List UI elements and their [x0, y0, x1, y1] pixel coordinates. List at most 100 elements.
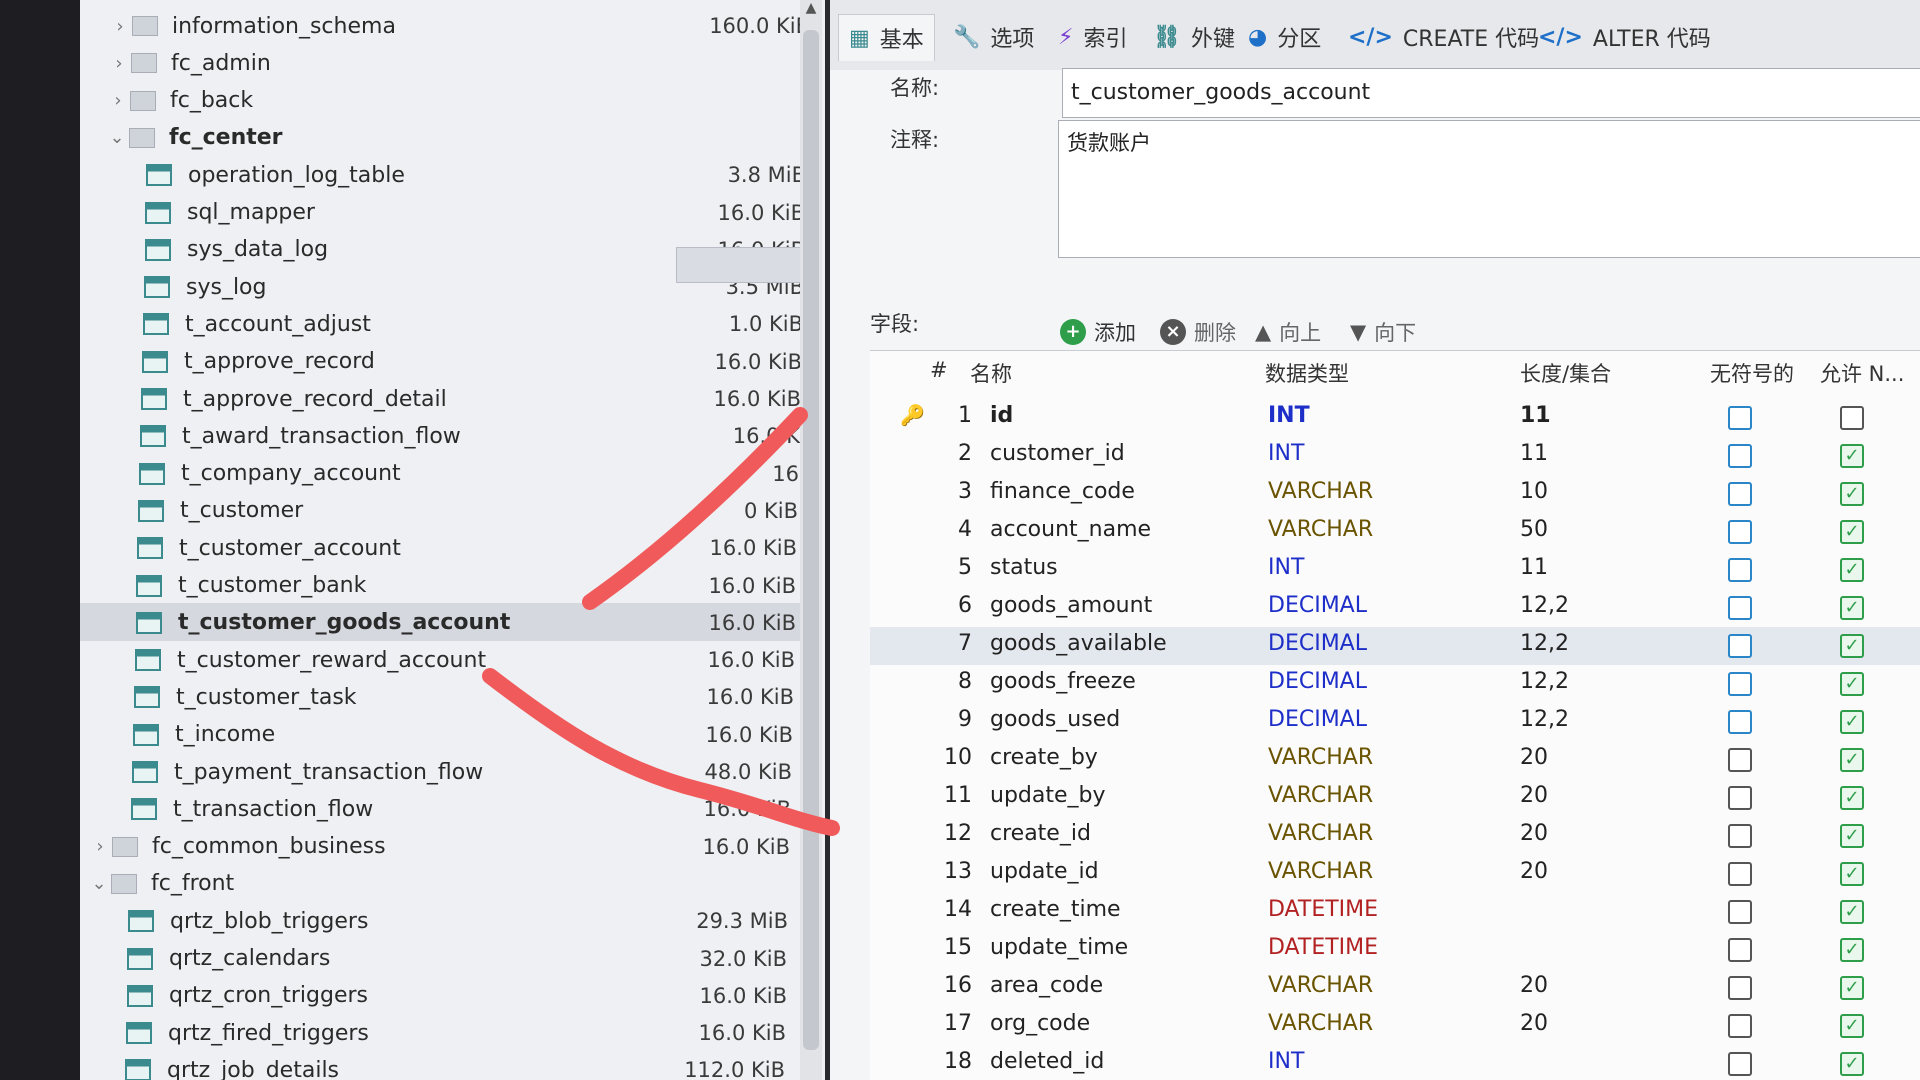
field-name[interactable]: status [990, 555, 1058, 580]
unsigned-checkbox[interactable] [1728, 862, 1752, 886]
allow-null-checkbox[interactable]: ✓ [1840, 786, 1864, 810]
field-number[interactable]: 16 [932, 973, 972, 998]
field-length[interactable]: 10 [1520, 479, 1548, 504]
field-length[interactable]: 20 [1520, 821, 1548, 846]
allow-null-checkbox[interactable]: ✓ [1840, 710, 1864, 734]
field-length[interactable]: 20 [1520, 745, 1548, 770]
field-length[interactable]: 12,2 [1520, 669, 1569, 694]
field-name[interactable]: goods_used [990, 707, 1120, 732]
field-row[interactable]: 12 create_id VARCHAR 20 ✓ [870, 817, 1920, 855]
field-type[interactable]: VARCHAR [1268, 1011, 1373, 1036]
unsigned-checkbox[interactable] [1728, 444, 1752, 468]
move-up-button[interactable]: ▲ 向上 [1255, 312, 1321, 352]
column-header-nullable[interactable]: 允许 N... [1820, 358, 1904, 388]
field-row[interactable]: 6 goods_amount DECIMAL 12,2 ✓ [870, 589, 1920, 627]
field-type[interactable]: DATETIME [1268, 935, 1378, 960]
tree-scrollbar[interactable]: ▲ [800, 0, 822, 1080]
tree-item-database[interactable]: ⌄ fc_front [87, 866, 234, 902]
field-row[interactable]: 14 create_time DATETIME ✓ [870, 893, 1920, 931]
field-name[interactable]: create_id [990, 821, 1091, 846]
unsigned-checkbox[interactable] [1728, 558, 1752, 582]
field-number[interactable]: 17 [932, 1011, 972, 1036]
unsigned-checkbox[interactable] [1728, 1014, 1752, 1038]
allow-null-checkbox[interactable]: ✓ [1840, 1014, 1864, 1038]
tab-3[interactable]: ⚡ 索引 [1048, 14, 1137, 60]
allow-null-checkbox[interactable]: ✓ [1840, 444, 1864, 468]
unsigned-checkbox[interactable] [1728, 520, 1752, 544]
field-name[interactable]: goods_freeze [990, 669, 1136, 694]
field-type[interactable]: DATETIME [1268, 897, 1378, 922]
field-row[interactable]: 5 status INT 11 ✓ [870, 551, 1920, 589]
field-name[interactable]: update_by [990, 783, 1106, 808]
field-name[interactable]: update_time [990, 935, 1128, 960]
allow-null-checkbox[interactable]: ✓ [1840, 900, 1864, 924]
field-row[interactable]: 10 create_by VARCHAR 20 ✓ [870, 741, 1920, 779]
field-number[interactable]: 5 [932, 555, 972, 580]
field-name[interactable]: deleted_id [990, 1049, 1104, 1074]
unsigned-checkbox[interactable] [1728, 900, 1752, 924]
tab-2[interactable]: 🔧 选项 [943, 14, 1044, 60]
field-type[interactable]: VARCHAR [1268, 859, 1373, 884]
field-row[interactable]: 18 deleted_id INT ✓ [870, 1045, 1920, 1080]
field-type[interactable]: INT [1268, 441, 1304, 466]
field-name[interactable]: finance_code [990, 479, 1135, 504]
field-type[interactable]: INT [1268, 403, 1310, 428]
field-type[interactable]: VARCHAR [1268, 821, 1373, 846]
chevron-right-icon[interactable]: › [107, 53, 131, 74]
delete-field-button[interactable]: × 删除 [1160, 312, 1236, 352]
field-number[interactable]: 12 [932, 821, 972, 846]
field-row[interactable]: 2 customer_id INT 11 ✓ [870, 437, 1920, 475]
unsigned-checkbox[interactable] [1728, 1052, 1752, 1076]
allow-null-checkbox[interactable]: ✓ [1840, 976, 1864, 1000]
unsigned-checkbox[interactable] [1728, 824, 1752, 848]
field-type[interactable]: DECIMAL [1268, 631, 1367, 656]
allow-null-checkbox[interactable]: ✓ [1840, 520, 1864, 544]
column-header-name[interactable]: 名称 [970, 358, 1012, 388]
allow-null-checkbox[interactable]: ✓ [1840, 634, 1864, 658]
unsigned-checkbox[interactable] [1728, 406, 1752, 430]
field-number[interactable]: 1 [932, 403, 972, 428]
field-length[interactable]: 12,2 [1520, 593, 1569, 618]
field-number[interactable]: 13 [932, 859, 972, 884]
field-name[interactable]: create_by [990, 745, 1098, 770]
field-number[interactable]: 8 [932, 669, 972, 694]
field-name[interactable]: area_code [990, 973, 1103, 998]
column-header-length[interactable]: 长度/集合 [1520, 358, 1611, 388]
field-type[interactable]: VARCHAR [1268, 783, 1373, 808]
field-number[interactable]: 10 [932, 745, 972, 770]
table-comment-textarea[interactable]: 货款账户 [1058, 120, 1920, 258]
field-name[interactable]: org_code [990, 1011, 1090, 1036]
field-length[interactable]: 11 [1520, 555, 1548, 580]
tree-item-database[interactable]: › fc_back [106, 83, 253, 119]
field-type[interactable]: INT [1268, 1049, 1304, 1074]
unsigned-checkbox[interactable] [1728, 482, 1752, 506]
field-row[interactable]: 11 update_by VARCHAR 20 ✓ [870, 779, 1920, 817]
field-row[interactable]: 3 finance_code VARCHAR 10 ✓ [870, 475, 1920, 513]
chevron-down-icon[interactable]: ⌄ [105, 127, 129, 148]
scroll-up-icon[interactable]: ▲ [803, 0, 819, 16]
allow-null-checkbox[interactable]: ✓ [1840, 938, 1864, 962]
unsigned-checkbox[interactable] [1728, 672, 1752, 696]
tab-5[interactable]: ◕ 分区 [1238, 14, 1331, 60]
tree-item-database[interactable]: ⌄ fc_center [105, 120, 282, 156]
field-number[interactable]: 9 [932, 707, 972, 732]
unsigned-checkbox[interactable] [1728, 938, 1752, 962]
field-row[interactable]: 7 goods_available DECIMAL 12,2 ✓ [870, 627, 1920, 665]
field-number[interactable]: 14 [932, 897, 972, 922]
move-down-button[interactable]: ▼ 向下 [1350, 312, 1416, 352]
allow-null-checkbox[interactable]: ✓ [1840, 748, 1864, 772]
unsigned-checkbox[interactable] [1728, 710, 1752, 734]
allow-null-checkbox[interactable] [1840, 406, 1864, 430]
column-header-num[interactable]: # [930, 358, 948, 382]
field-row[interactable]: 🔑 1 id INT 11 [870, 399, 1920, 437]
field-row[interactable]: 16 area_code VARCHAR 20 ✓ [870, 969, 1920, 1007]
field-length[interactable]: 11 [1520, 403, 1551, 428]
field-type[interactable]: DECIMAL [1268, 593, 1367, 618]
field-number[interactable]: 18 [932, 1049, 972, 1074]
field-length[interactable]: 20 [1520, 859, 1548, 884]
allow-null-checkbox[interactable]: ✓ [1840, 672, 1864, 696]
field-length[interactable]: 12,2 [1520, 631, 1569, 656]
field-type[interactable]: VARCHAR [1268, 745, 1373, 770]
unsigned-checkbox[interactable] [1728, 748, 1752, 772]
field-number[interactable]: 4 [932, 517, 972, 542]
